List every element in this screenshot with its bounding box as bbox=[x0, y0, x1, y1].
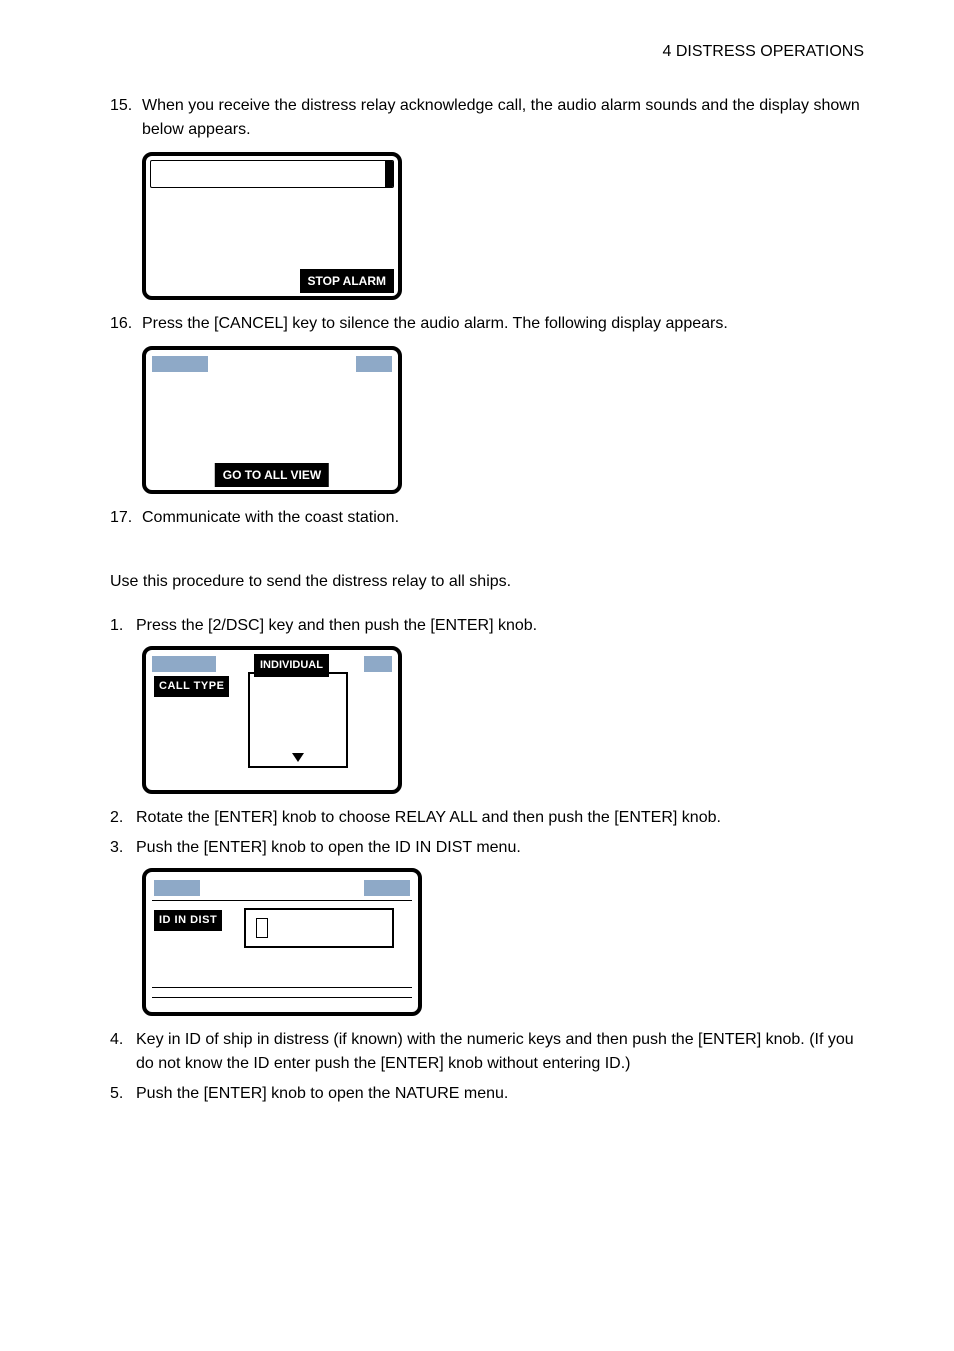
proc-step-5-text: Push the [ENTER] knob to open the NATURE… bbox=[136, 1082, 508, 1106]
proc-step-4-text: Key in ID of ship in distress (if known)… bbox=[136, 1028, 864, 1076]
lcd4-divider-2 bbox=[152, 997, 412, 998]
step-15-num: 15. bbox=[110, 94, 142, 142]
lcd4-blue-tl bbox=[154, 880, 200, 896]
step-16-text: Press the [CANCEL] key to silence the au… bbox=[142, 312, 864, 336]
lcd-display-4: ID IN DIST bbox=[142, 868, 422, 1016]
proc-step-3-text: Push the [ENTER] knob to open the ID IN … bbox=[136, 836, 521, 860]
proc-step-3-num: 3. bbox=[110, 836, 136, 860]
lcd4-divider-top bbox=[152, 900, 412, 901]
lcd3-blue-tr bbox=[364, 656, 392, 672]
proc-step-4: 4. Key in ID of ship in distress (if kno… bbox=[110, 1028, 864, 1076]
proc-step-5: 5. Push the [ENTER] knob to open the NAT… bbox=[110, 1082, 864, 1106]
step-16-num: 16. bbox=[110, 312, 142, 336]
lcd3-dropdown-box bbox=[248, 672, 348, 768]
proc-step-3: 3. Push the [ENTER] knob to open the ID … bbox=[110, 836, 864, 860]
step-17-num: 17. bbox=[110, 506, 142, 530]
step-17: 17. Communicate with the coast station. bbox=[110, 506, 864, 530]
chevron-down-icon bbox=[292, 753, 304, 762]
text-cursor-icon bbox=[256, 918, 268, 938]
proc-step-5-num: 5. bbox=[110, 1082, 136, 1106]
id-in-dist-label: ID IN DIST bbox=[154, 910, 222, 931]
proc-step-1: 1. Press the [2/DSC] key and then push t… bbox=[110, 614, 864, 638]
go-to-all-view-label: GO TO ALL VIEW bbox=[215, 463, 329, 487]
lcd-display-2: GO TO ALL VIEW bbox=[142, 346, 402, 494]
proc-step-2-num: 2. bbox=[110, 806, 136, 830]
lcd-display-3: INDIVIDUAL CALL TYPE bbox=[142, 646, 402, 794]
proc-step-4-num: 4. bbox=[110, 1028, 136, 1076]
proc-step-2: 2. Rotate the [ENTER] knob to choose REL… bbox=[110, 806, 864, 830]
call-type-label: CALL TYPE bbox=[154, 676, 229, 697]
lcd3-blue-tl bbox=[152, 656, 216, 672]
lcd1-topbar bbox=[150, 160, 394, 188]
step-17-text: Communicate with the coast station. bbox=[142, 506, 864, 530]
step-15: 15. When you receive the distress relay … bbox=[110, 94, 864, 142]
proc-step-1-num: 1. bbox=[110, 614, 136, 638]
page-header: 4 DISTRESS OPERATIONS bbox=[110, 40, 864, 64]
proc-step-1-text: Press the [2/DSC] key and then push the … bbox=[136, 614, 537, 638]
procedure-intro: Use this procedure to send the distress … bbox=[110, 570, 864, 594]
lcd4-blue-tr bbox=[364, 880, 410, 896]
lcd2-blue-tr bbox=[356, 356, 392, 372]
stop-alarm-label: STOP ALARM bbox=[300, 269, 394, 293]
proc-step-2-text: Rotate the [ENTER] knob to choose RELAY … bbox=[136, 806, 721, 830]
lcd4-divider-1 bbox=[152, 987, 412, 988]
lcd-display-1: STOP ALARM bbox=[142, 152, 402, 300]
lcd4-input-box bbox=[244, 908, 394, 948]
step-16: 16. Press the [CANCEL] key to silence th… bbox=[110, 312, 864, 336]
lcd2-blue-tl bbox=[152, 356, 208, 372]
step-15-text: When you receive the distress relay ackn… bbox=[142, 94, 864, 142]
